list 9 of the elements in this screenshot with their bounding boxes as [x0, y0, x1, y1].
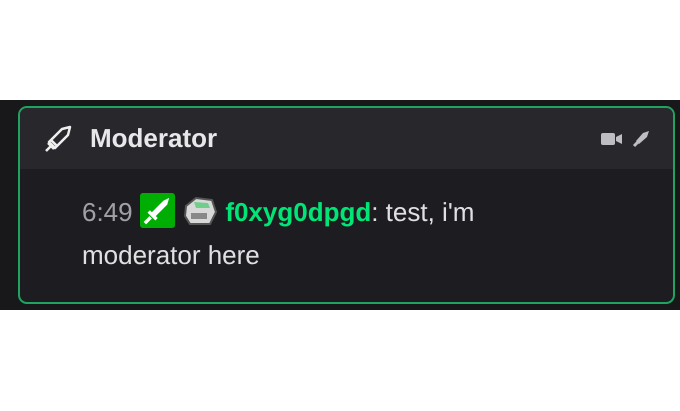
- moderator-badge-icon: [140, 193, 175, 228]
- video-camera-icon[interactable]: [601, 132, 623, 146]
- message-time: 6:49: [82, 197, 133, 227]
- message-text: : test, i'm: [371, 197, 474, 227]
- card-title: Moderator: [90, 122, 218, 155]
- robot-badge-icon: [182, 194, 218, 228]
- username: f0xyg0dpgd: [225, 197, 372, 227]
- message-text: moderator here: [82, 240, 260, 270]
- sword-icon[interactable]: [631, 128, 651, 148]
